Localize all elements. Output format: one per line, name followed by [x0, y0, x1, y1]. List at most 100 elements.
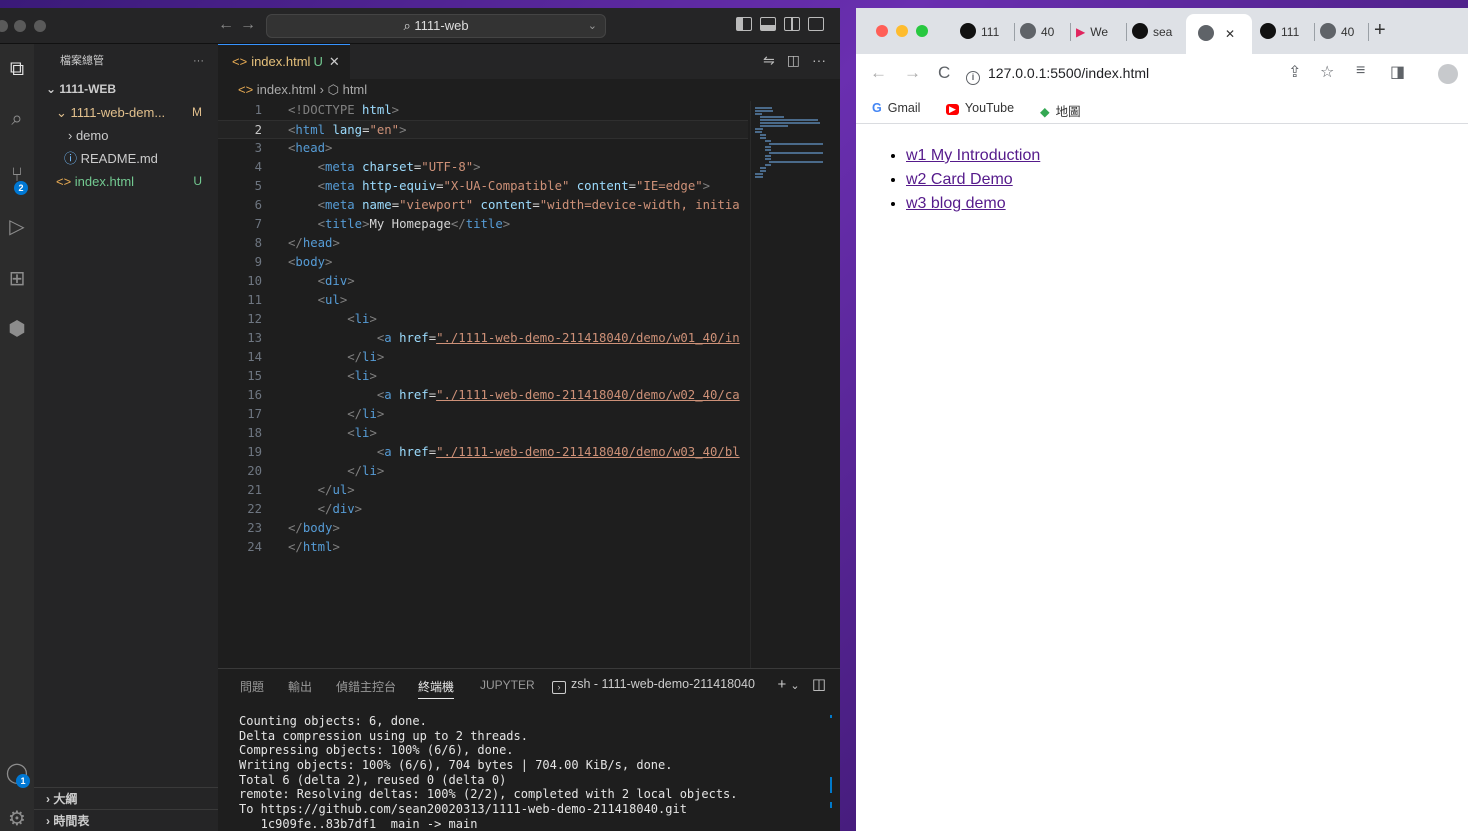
close-window-button[interactable]: [876, 25, 888, 37]
terminal-selector[interactable]: › zsh - 1111-web-demo-211418040: [552, 677, 755, 694]
bookmark-youtube[interactable]: ▶ YouTube: [946, 101, 1014, 115]
panel-tab[interactable]: 輸出: [288, 678, 312, 695]
side-panel-icon[interactable]: ◨: [1390, 62, 1405, 82]
chevron-down-icon[interactable]: ⌄: [790, 680, 799, 692]
close-icon[interactable]: ✕: [1225, 27, 1235, 41]
toggle-sidebar-icon[interactable]: [736, 17, 752, 31]
panel-tab[interactable]: 偵錯主控台: [336, 678, 396, 695]
address-bar[interactable]: i 127.0.0.1:5500/index.html: [966, 58, 1276, 88]
tree-item-demo[interactable]: › demo: [34, 124, 218, 147]
maximize-window-button[interactable]: [916, 25, 928, 37]
split-editor-icon[interactable]: ◫: [787, 52, 800, 69]
line-number: 14: [247, 350, 262, 364]
panel-tab[interactable]: 終端機: [418, 678, 455, 699]
bookmark-star-icon[interactable]: ☆: [1320, 62, 1334, 82]
link-w1[interactable]: w1 My Introduction: [906, 147, 1040, 164]
forward-arrow-icon[interactable]: →: [904, 63, 921, 83]
forward-arrow-icon[interactable]: →: [240, 16, 256, 34]
code-line[interactable]: 3 <head>: [218, 139, 748, 158]
toggle-secondary-sidebar-icon[interactable]: [784, 17, 800, 31]
reload-icon[interactable]: C: [938, 63, 950, 83]
open-changes-icon[interactable]: ⇋: [763, 52, 775, 69]
code-line[interactable]: 12 <li>: [218, 310, 748, 329]
code-line[interactable]: 5 <meta http-equiv="X-UA-Compatible" con…: [218, 177, 748, 196]
more-actions-icon[interactable]: ···: [812, 52, 826, 69]
tree-item-readme[interactable]: ⓘ README.md: [34, 147, 218, 170]
info-icon[interactable]: i: [966, 71, 980, 85]
browser-tab[interactable]: 40: [1020, 19, 1066, 45]
more-actions-icon[interactable]: ···: [193, 44, 204, 78]
browser-tab[interactable]: sea: [1132, 19, 1182, 45]
code-line[interactable]: 17 </li>: [218, 405, 748, 424]
terminal-scrollbar[interactable]: [830, 777, 832, 793]
outline-section[interactable]: › 大綱: [34, 787, 218, 809]
gear-icon[interactable]: ⚙: [4, 806, 30, 831]
vscode-window: ← → ⌕ 1111-web ⌄ ⧉ ⌕ ⑂ 2 ▷ ⊞ ⬢ ◯ 1 ⚙ 檔案總…: [0, 8, 840, 831]
code-editor[interactable]: 1 <!DOCTYPE html> 2 <html lang="en"> 3 <head>…: [218, 101, 748, 671]
breadcrumb-file[interactable]: index.html: [257, 82, 316, 97]
project-folder[interactable]: ⌄ 1111-WEB: [34, 78, 218, 101]
customize-layout-icon[interactable]: [808, 17, 824, 31]
code-line[interactable]: 8 </head>: [218, 234, 748, 253]
panel-tab[interactable]: 問題: [240, 678, 264, 695]
code-line[interactable]: 7 <title>My Homepage</title>: [218, 215, 748, 234]
back-arrow-icon[interactable]: ←: [218, 16, 234, 34]
link-w2[interactable]: w2 Card Demo: [906, 171, 1013, 188]
code-line[interactable]: 4 <meta charset="UTF-8">: [218, 158, 748, 177]
toggle-panel-icon[interactable]: [760, 17, 776, 31]
share-icon[interactable]: ⇪: [1288, 62, 1301, 82]
back-arrow-icon[interactable]: ←: [870, 63, 887, 83]
tree-item-index-html[interactable]: <> index.html U: [34, 170, 218, 193]
bookmark-maps[interactable]: ◆ 地圖: [1040, 101, 1081, 120]
tab-status: U: [313, 54, 323, 69]
minimize-window-button[interactable]: [14, 20, 26, 32]
code-line[interactable]: 13 <a href="./1111-web-demo-211418040/de…: [218, 329, 748, 348]
close-icon[interactable]: ✕: [329, 54, 340, 69]
bookmark-gmail[interactable]: G Gmail: [872, 101, 920, 115]
add-terminal-icon[interactable]: +: [777, 676, 786, 693]
code-line[interactable]: 11 <ul>: [218, 291, 748, 310]
code-line[interactable]: 2 <html lang="en">: [218, 120, 748, 139]
run-debug-icon[interactable]: ▷: [4, 214, 30, 240]
code-line[interactable]: 1 <!DOCTYPE html>: [218, 101, 748, 120]
minimap[interactable]: [750, 101, 824, 668]
link-w3[interactable]: w3 blog demo: [906, 195, 1006, 212]
code-line[interactable]: 15 <li>: [218, 367, 748, 386]
search-icon[interactable]: ⌕: [4, 106, 30, 132]
code-line[interactable]: 18 <li>: [218, 424, 748, 443]
command-center[interactable]: ⌕ 1111-web ⌄: [266, 14, 606, 38]
code-line[interactable]: 24 </html>: [218, 538, 748, 557]
avatar[interactable]: [1438, 64, 1458, 84]
code-line[interactable]: 14 </li>: [218, 348, 748, 367]
code-line[interactable]: 10 <div>: [218, 272, 748, 291]
code-line[interactable]: 20 </li>: [218, 462, 748, 481]
code-line[interactable]: 21 </ul>: [218, 481, 748, 500]
minimap-line: [769, 152, 824, 154]
tree-item-repo[interactable]: ⌄ 1111-web-dem... M: [34, 101, 218, 124]
code-line[interactable]: 9 <body>: [218, 253, 748, 272]
maximize-window-button[interactable]: [34, 20, 46, 32]
new-tab-button[interactable]: +: [1374, 19, 1386, 42]
code-line[interactable]: 23 </body>: [218, 519, 748, 538]
maximize-panel-icon[interactable]: ◫: [812, 676, 826, 693]
browser-tab[interactable]: 111: [1260, 19, 1310, 45]
panel-tab[interactable]: JUPYTER: [480, 678, 535, 692]
extensions-icon[interactable]: ⊞: [4, 266, 30, 292]
minimize-window-button[interactable]: [896, 25, 908, 37]
browser-tab[interactable]: ▶ We: [1076, 19, 1124, 45]
timeline-section[interactable]: › 時間表: [34, 809, 218, 831]
python-icon[interactable]: ⬢: [4, 316, 30, 342]
terminal-output[interactable]: Counting objects: 6, done. Delta compress…: [239, 714, 738, 831]
close-window-button[interactable]: [0, 20, 8, 32]
browser-tab[interactable]: 111: [960, 19, 1010, 45]
browser-tab[interactable]: 40: [1320, 19, 1366, 45]
code-line[interactable]: 22 </div>: [218, 500, 748, 519]
explorer-icon[interactable]: ⧉: [4, 56, 30, 82]
tab-index-html[interactable]: <> index.html U ✕: [218, 44, 350, 79]
reading-list-icon[interactable]: ≡: [1356, 62, 1365, 80]
code-line[interactable]: 16 <a href="./1111-web-demo-211418040/de…: [218, 386, 748, 405]
breadcrumb-node[interactable]: html: [343, 82, 368, 97]
code-line[interactable]: 19 <a href="./1111-web-demo-211418040/de…: [218, 443, 748, 462]
browser-tab-active[interactable]: ✕: [1186, 14, 1252, 54]
code-line[interactable]: 6 <meta name="viewport" content="width=d…: [218, 196, 748, 215]
